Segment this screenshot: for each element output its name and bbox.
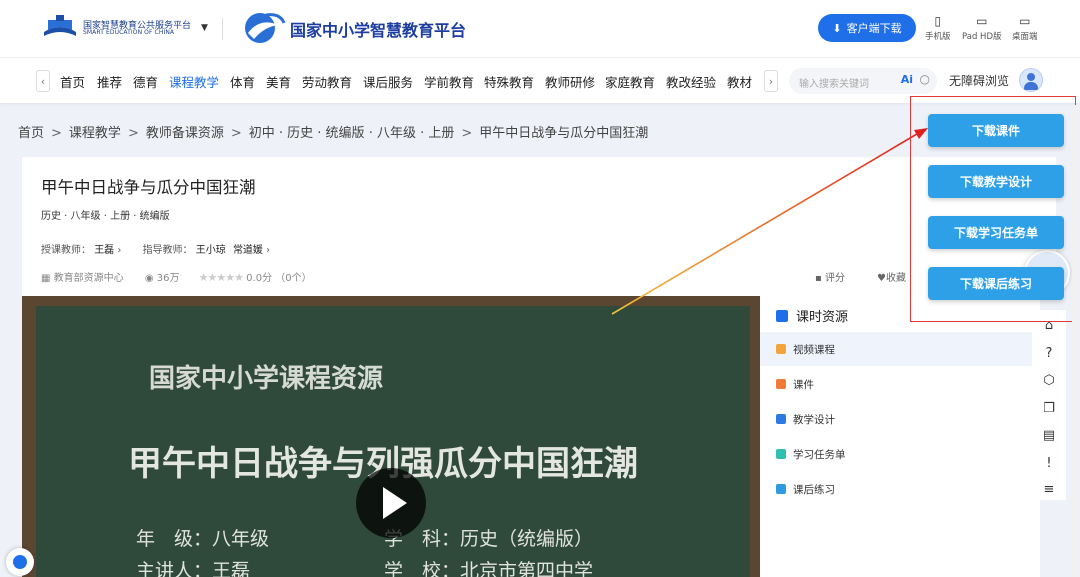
download-courseware-button[interactable]: 下载课件 bbox=[928, 114, 1064, 147]
download-exercise-button[interactable]: 下载课后练习 bbox=[928, 267, 1064, 300]
scrollbar[interactable] bbox=[1072, 105, 1078, 577]
download-teaching-design-button[interactable]: 下载教学设计 bbox=[928, 165, 1064, 198]
floating-chat-icon[interactable] bbox=[6, 548, 34, 576]
download-task-sheet-button[interactable]: 下载学习任务单 bbox=[928, 216, 1064, 249]
